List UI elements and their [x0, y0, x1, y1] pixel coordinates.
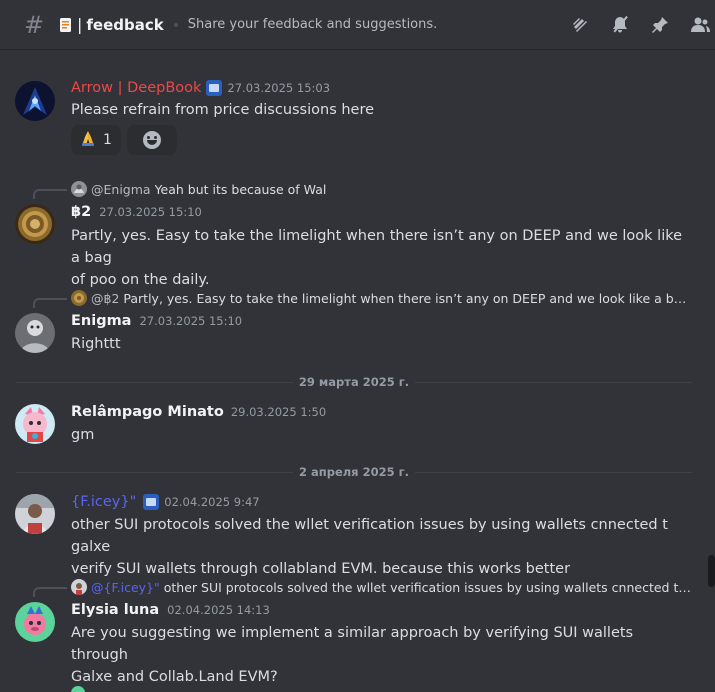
author-name[interactable]: {F.icey}"	[71, 494, 136, 510]
reply-connector	[33, 587, 67, 597]
members-icon[interactable]	[689, 14, 711, 36]
author-name[interactable]: Relâmpago Minato	[71, 404, 224, 420]
message-header: {F.icey}" 02.04.2025 9:47	[71, 494, 260, 510]
reply-avatar	[71, 290, 87, 306]
message-item: Arrow | DeepBook 27.03.2025 15:03 Please…	[0, 78, 700, 158]
message-text-line: verify SUI wallets through collabland EV…	[71, 561, 571, 577]
message-text: Righttt	[71, 336, 121, 352]
author-name[interactable]: Elysia luna	[71, 602, 159, 618]
message-item: @Enigma Yeah but its because of Wal ฿2 2…	[0, 180, 700, 288]
reply-connector	[33, 298, 67, 308]
message-header: Enigma 27.03.2025 15:10	[71, 313, 242, 329]
message-text: Are you suggesting we implement a simila…	[71, 622, 691, 688]
hashtag-icon: #	[24, 10, 45, 39]
message-text: Partly, yes. Easy to take the limelight …	[71, 225, 691, 291]
reply-text: Yeah but its because of Wal	[154, 181, 327, 197]
reactions: 1	[71, 125, 177, 155]
channel-name[interactable]: feedback	[86, 16, 163, 34]
reply-author[interactable]: @฿2	[91, 291, 119, 306]
message-item: Relâmpago Minato 29.03.2025 1:50 gm	[0, 403, 700, 453]
role-badge-icon	[206, 80, 223, 96]
reply-preview[interactable]: @Enigma Yeah but its because of Wal	[71, 181, 691, 197]
message-item: @฿2 Partly, yes. Easy to take the limeli…	[0, 289, 700, 359]
name-separator: |	[77, 15, 83, 34]
reply-text: other SUI protocols solved the wllet ver…	[163, 579, 691, 595]
timestamp: 02.04.2025 9:47	[164, 495, 260, 509]
author-name[interactable]: Enigma	[71, 313, 131, 329]
timestamp: 02.04.2025 14:13	[167, 603, 270, 617]
timestamp: 29.03.2025 1:50	[230, 405, 327, 419]
date-divider-label: 29 марта 2025 г.	[292, 375, 416, 389]
author-name[interactable]: Arrow | DeepBook	[71, 80, 201, 96]
avatar[interactable]	[15, 494, 55, 534]
mute-icon[interactable]	[609, 14, 631, 36]
reply-preview[interactable]: @{F.icey}" other SUI protocols solved th…	[71, 579, 691, 595]
threads-icon[interactable]	[569, 14, 591, 36]
message-item: @{F.icey}" other SUI protocols solved th…	[0, 578, 700, 685]
pin-icon[interactable]	[649, 14, 671, 36]
channel-header: # | feedback Share your feedback and sug…	[0, 0, 715, 50]
message-text-line: of poo on the daily.	[71, 272, 210, 288]
message-text-line: Galxe and Collab.Land EVM?	[71, 669, 278, 685]
message-text-line: other SUI protocols solved the wllet ver…	[71, 517, 668, 555]
reply-text: Partly, yes. Easy to take the limelight …	[123, 290, 691, 306]
author-name[interactable]: ฿2	[71, 204, 91, 220]
timestamp: 27.03.2025 15:03	[227, 81, 331, 95]
header-toolbar	[569, 0, 715, 50]
reply-preview[interactable]: @฿2 Partly, yes. Easy to take the limeli…	[71, 290, 691, 306]
role-badge-icon	[143, 494, 160, 510]
avatar[interactable]	[15, 313, 55, 353]
channel-topic[interactable]: Share your feedback and suggestions.	[188, 17, 438, 32]
reply-avatar	[71, 181, 87, 197]
timestamp: 27.03.2025 15:10	[99, 205, 202, 219]
avatar[interactable]	[15, 204, 55, 244]
add-reaction-button[interactable]	[127, 125, 177, 155]
message-item: {F.icey}" 02.04.2025 9:47 other SUI prot…	[0, 493, 700, 577]
message-header: Arrow | DeepBook 27.03.2025 15:03	[71, 80, 330, 96]
message-text-line: Are you suggesting we implement a simila…	[71, 625, 634, 663]
reply-avatar	[71, 579, 87, 595]
memo-icon	[58, 17, 74, 33]
avatar[interactable]	[15, 81, 55, 121]
reply-author[interactable]: @Enigma	[91, 182, 151, 197]
date-divider-label: 2 апреля 2025 г.	[293, 465, 415, 479]
smiley-icon	[143, 131, 161, 149]
scrollbar-thumb[interactable]	[708, 555, 715, 587]
message-header: ฿2 27.03.2025 15:10	[71, 204, 202, 220]
date-divider: 29 марта 2025 г.	[0, 375, 708, 389]
reaction-pray[interactable]: 1	[71, 125, 121, 155]
reaction-count: 1	[103, 132, 112, 148]
timestamp: 27.03.2025 15:10	[139, 314, 243, 328]
reply-author[interactable]: @{F.icey}"	[91, 580, 160, 595]
avatar[interactable]	[15, 602, 55, 642]
message-text: gm	[71, 427, 95, 443]
message-text: other SUI protocols solved the wllet ver…	[71, 514, 691, 580]
avatar[interactable]	[15, 404, 55, 444]
message-text-line: Partly, yes. Easy to take the limelight …	[71, 228, 683, 266]
message-header: Relâmpago Minato 29.03.2025 1:50	[71, 404, 326, 420]
topic-separator	[173, 22, 178, 27]
message-header: Elysia luna 02.04.2025 14:13	[71, 602, 270, 618]
date-divider: 2 апреля 2025 г.	[0, 465, 708, 479]
reply-connector	[33, 189, 67, 199]
message-text: Please refrain from price discussions he…	[71, 102, 375, 118]
pray-icon	[79, 129, 97, 151]
